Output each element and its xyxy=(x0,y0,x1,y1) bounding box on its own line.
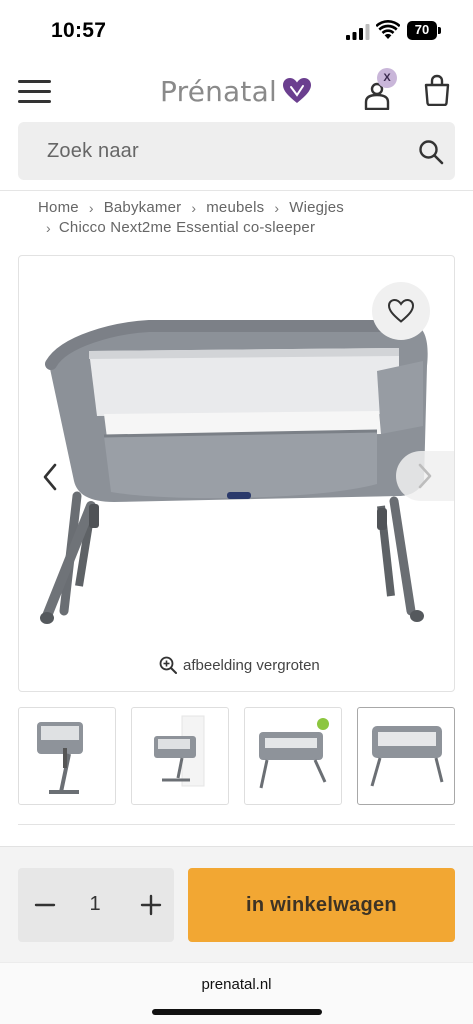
add-to-cart-button[interactable]: in winkelwagen xyxy=(188,868,455,942)
thumbnail-image xyxy=(37,722,83,794)
divider xyxy=(18,824,455,825)
account-badge: X xyxy=(377,68,397,88)
hamburger-menu-icon[interactable] xyxy=(18,80,52,104)
account-button[interactable]: X xyxy=(362,68,402,110)
battery-icon: 70 xyxy=(407,21,441,40)
divider xyxy=(0,190,473,191)
logo-text: Prénatal xyxy=(160,74,277,108)
status-bar: 10:57 70 xyxy=(0,0,473,60)
add-to-cart-bar: 1 in winkelwagen xyxy=(0,846,473,962)
increase-quantity-button[interactable] xyxy=(136,890,166,920)
breadcrumb-separator: › xyxy=(274,200,280,216)
cellular-signal-icon xyxy=(346,24,370,40)
thumbnail-image xyxy=(370,726,444,787)
thumbnail-1[interactable] xyxy=(18,707,116,805)
breadcrumb-wiegjes[interactable]: Wiegjes xyxy=(289,198,344,218)
previous-image-arrow-icon[interactable] xyxy=(38,457,62,497)
site-header: Prénatal X xyxy=(0,60,473,120)
breadcrumb-babykamer[interactable]: Babykamer xyxy=(104,198,182,218)
favorite-button[interactable] xyxy=(372,282,430,340)
breadcrumb-separator: › xyxy=(88,200,94,216)
brand-logo[interactable]: Prénatal xyxy=(160,73,311,109)
search-input[interactable]: Zoek naar xyxy=(18,122,455,180)
breadcrumb-separator: › xyxy=(191,200,197,216)
breadcrumb-separator: › xyxy=(46,220,51,236)
thumbnail-image xyxy=(259,718,329,789)
breadcrumb-home[interactable]: Home xyxy=(38,198,79,218)
next-image-arrow-icon xyxy=(418,463,432,489)
next-image-button[interactable] xyxy=(396,451,454,501)
decrease-quantity-button[interactable] xyxy=(30,890,60,920)
search-icon[interactable] xyxy=(418,139,444,165)
zoom-in-icon xyxy=(159,656,177,674)
thumbnail-image xyxy=(154,715,205,787)
zoom-image-link[interactable]: afbeelding vergroten xyxy=(159,656,320,674)
heart-logo-icon xyxy=(282,78,311,103)
quantity-stepper: 1 xyxy=(18,868,174,942)
url-text: prenatal.nl xyxy=(201,976,272,993)
heart-icon xyxy=(387,298,415,323)
wifi-icon xyxy=(376,20,400,39)
browser-address-bar[interactable]: prenatal.nl xyxy=(0,962,473,1024)
thumbnail-4[interactable] xyxy=(357,707,455,805)
thumbnail-strip xyxy=(18,707,455,805)
zoom-label: afbeelding vergroten xyxy=(183,656,320,674)
thumbnail-3[interactable] xyxy=(244,707,342,805)
battery-level: 70 xyxy=(414,22,430,37)
product-gallery: afbeelding vergroten xyxy=(18,255,455,692)
breadcrumb-meubels[interactable]: meubels xyxy=(206,198,264,218)
breadcrumb: Home › Babykamer › meubels › Wiegjes › C… xyxy=(38,198,458,238)
thumbnail-2[interactable] xyxy=(131,707,229,805)
breadcrumb-current: Chicco Next2me Essential co-sleeper xyxy=(58,219,316,236)
shopping-bag-icon[interactable] xyxy=(423,74,451,106)
home-indicator[interactable] xyxy=(152,1009,322,1015)
quantity-value[interactable]: 1 xyxy=(80,893,110,916)
page: 10:57 70 Prénatal X Zoek naar Home › Bab… xyxy=(0,0,473,1024)
status-time: 10:57 xyxy=(51,19,107,42)
search-placeholder: Zoek naar xyxy=(47,140,139,162)
